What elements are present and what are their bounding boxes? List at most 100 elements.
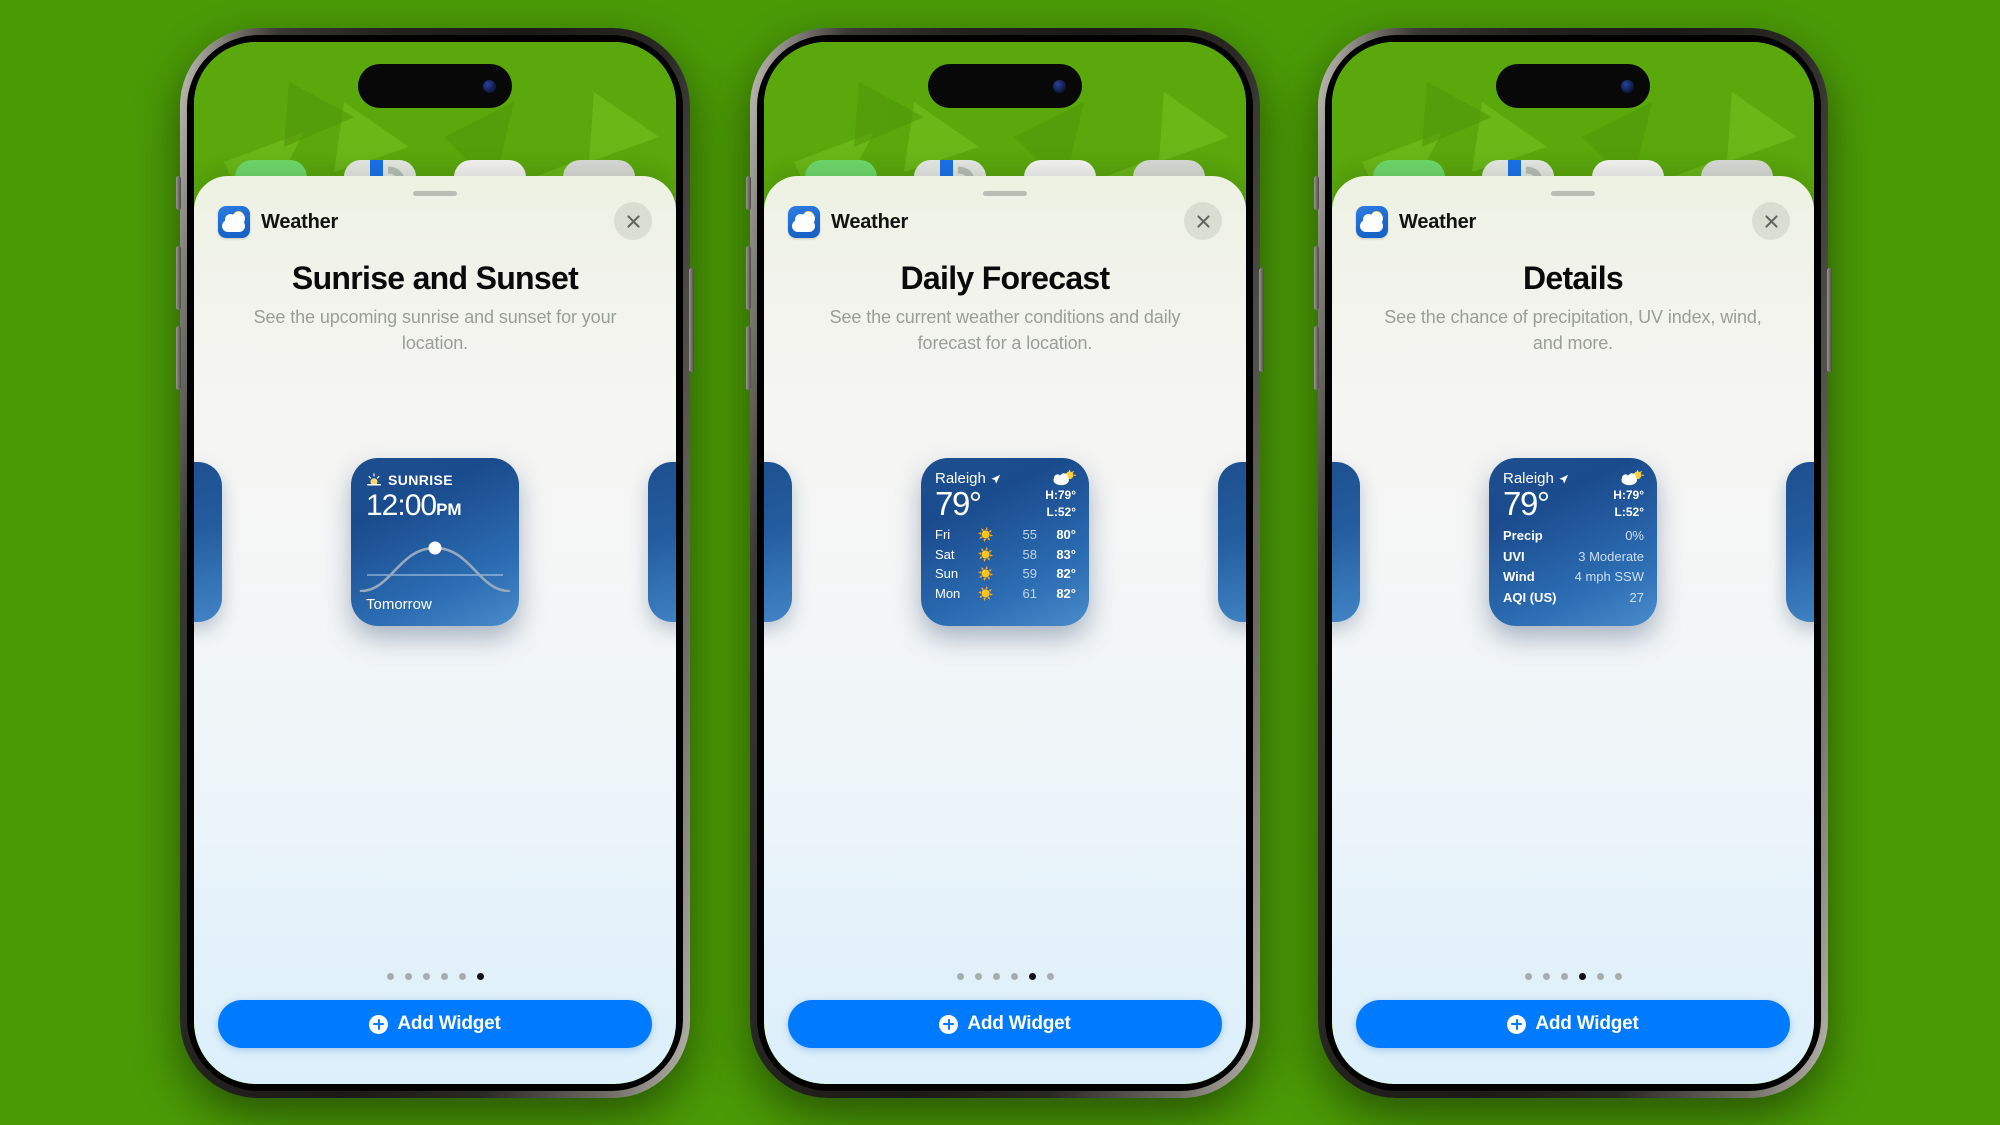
volume-down-button[interactable] (1314, 326, 1319, 390)
page-indicator[interactable] (194, 973, 676, 980)
close-button[interactable] (1184, 202, 1222, 240)
page-dot (1542, 973, 1550, 980)
app-name-label: Weather (1399, 210, 1477, 233)
page-subtitle: See the chance of precipitation, UV inde… (1384, 307, 1762, 353)
widget-preview-previous[interactable]: •• (194, 462, 222, 622)
widget-preview-previous[interactable] (764, 462, 792, 622)
close-button[interactable] (614, 202, 652, 240)
widget-preview-next[interactable] (1218, 462, 1246, 622)
sun-arc-chart (359, 541, 511, 592)
sun-icon: ☀️ (977, 527, 995, 542)
volume-up-button[interactable] (1314, 246, 1319, 310)
power-button[interactable] (689, 268, 694, 372)
volume-down-button[interactable] (746, 326, 751, 390)
phone-screen: Weather Details See the chance of precip… (1332, 42, 1814, 1084)
close-icon (626, 214, 640, 228)
volume-up-button[interactable] (746, 246, 751, 310)
page-dot (404, 973, 412, 980)
weather-app-icon (788, 206, 820, 238)
detail-key: AQI (US) (1503, 589, 1557, 605)
page-dot (974, 973, 982, 980)
forecast-low: 61 (1022, 585, 1037, 601)
detail-row: Precip 0% (1503, 526, 1644, 547)
widget-picker-sheet: Weather Daily Forecast See the current w… (764, 176, 1246, 1084)
close-button[interactable] (1752, 202, 1790, 240)
widget-temperature: 79° (1503, 485, 1550, 522)
widget-carousel[interactable]: •• SUNRISE 12:00PM (194, 458, 676, 648)
mute-switch[interactable] (1314, 176, 1319, 210)
detail-value: 4 mph SSW (1574, 569, 1644, 584)
plus-circle-icon (939, 1014, 959, 1034)
page-subtitle: See the upcoming sunrise and sunset for … (253, 307, 617, 353)
sunrise-label: SUNRISE (388, 472, 454, 488)
detail-key: UVI (1503, 548, 1525, 564)
phone-details: Weather Details See the chance of precip… (1314, 28, 1832, 1098)
details-widget-preview[interactable]: Raleigh 79° H:79° L:52° Precip 0% UVI 3 … (1489, 458, 1657, 626)
widget-preview-next[interactable] (1786, 462, 1814, 622)
widget-temperature: 79° (935, 485, 982, 522)
page-dot (422, 973, 430, 980)
add-widget-button[interactable]: Add Widget (788, 1000, 1222, 1048)
page-dot (1560, 973, 1568, 980)
sheet-grabber[interactable] (983, 191, 1027, 196)
volume-down-button[interactable] (176, 326, 181, 390)
detail-row: Wind 4 mph SSW (1503, 567, 1644, 588)
sunrise-footer: Tomorrow (366, 596, 432, 613)
forecast-high: 82° (1056, 566, 1076, 581)
phone-sunrise: Weather Sunrise and Sunset See the upcom… (176, 28, 694, 1098)
sheet-header: Weather (1356, 206, 1476, 238)
page-dot (1596, 973, 1604, 980)
app-name-label: Weather (261, 210, 339, 233)
page-dot (992, 973, 1000, 980)
widget-preview-next[interactable] (648, 462, 676, 622)
sun-icon: ☀️ (977, 585, 995, 601)
widget-carousel[interactable]: Raleigh 79° (764, 458, 1246, 648)
plus-circle-icon (1507, 1014, 1527, 1034)
partly-cloudy-icon (1053, 470, 1076, 486)
forecast-low: 59 (1022, 566, 1037, 581)
widget-carousel[interactable]: Raleigh 79° (1332, 458, 1814, 648)
volume-up-button[interactable] (176, 246, 181, 310)
sunrise-widget-preview[interactable]: SUNRISE 12:00PM Tomorrow (351, 458, 519, 626)
widget-preview-previous[interactable] (1332, 462, 1360, 622)
sunrise-icon (367, 473, 381, 486)
forecast-day: Mon (935, 585, 961, 601)
forecast-row: Sun ☀️ 59 82° (935, 564, 1076, 584)
add-widget-label: Add Widget (397, 1013, 501, 1034)
sheet-header: Weather (218, 206, 338, 238)
forecast-day: Sat (935, 546, 955, 562)
mute-switch[interactable] (746, 176, 751, 210)
close-icon (1196, 214, 1210, 228)
mute-switch[interactable] (176, 176, 181, 210)
power-button[interactable] (1259, 268, 1264, 372)
add-widget-label: Add Widget (967, 1013, 1071, 1034)
add-widget-button[interactable]: Add Widget (1356, 1000, 1790, 1048)
close-icon (1764, 214, 1778, 228)
page-title: Daily Forecast (900, 260, 1111, 296)
sun-icon: ☀️ (977, 546, 995, 562)
page-indicator[interactable] (1332, 973, 1814, 980)
front-camera-icon (1621, 79, 1634, 93)
page-dot-active (1028, 973, 1036, 980)
sheet-grabber[interactable] (413, 191, 457, 196)
detail-rows: Precip 0% UVI 3 Moderate Wind 4 mph SSW (1503, 526, 1644, 608)
forecast-high: 82° (1056, 585, 1076, 601)
forecast-row: Sat ☀️ 58 83° (935, 545, 1076, 565)
page-dot (1010, 973, 1018, 980)
daily-forecast-widget-preview[interactable]: Raleigh 79° H:79° L:52° Fri ☀️ 55 80° Sa… (921, 458, 1089, 626)
page-indicator[interactable] (764, 973, 1246, 980)
sheet-header: Weather (788, 206, 908, 238)
front-camera-icon (1053, 79, 1066, 93)
screenshot-stage: Weather Sunrise and Sunset See the upcom… (0, 0, 2000, 1125)
sheet-grabber[interactable] (1551, 191, 1595, 196)
front-camera-icon (483, 79, 496, 93)
power-button[interactable] (1827, 268, 1832, 372)
dynamic-island (358, 64, 512, 108)
dynamic-island (928, 64, 1082, 108)
sun-icon: ☀️ (977, 566, 995, 581)
forecast-day: Fri (935, 527, 951, 542)
add-widget-button[interactable]: Add Widget (218, 1000, 652, 1048)
detail-row: AQI (US) 27 (1503, 588, 1644, 609)
partly-cloudy-icon (1621, 470, 1644, 486)
page-dot (1614, 973, 1622, 980)
